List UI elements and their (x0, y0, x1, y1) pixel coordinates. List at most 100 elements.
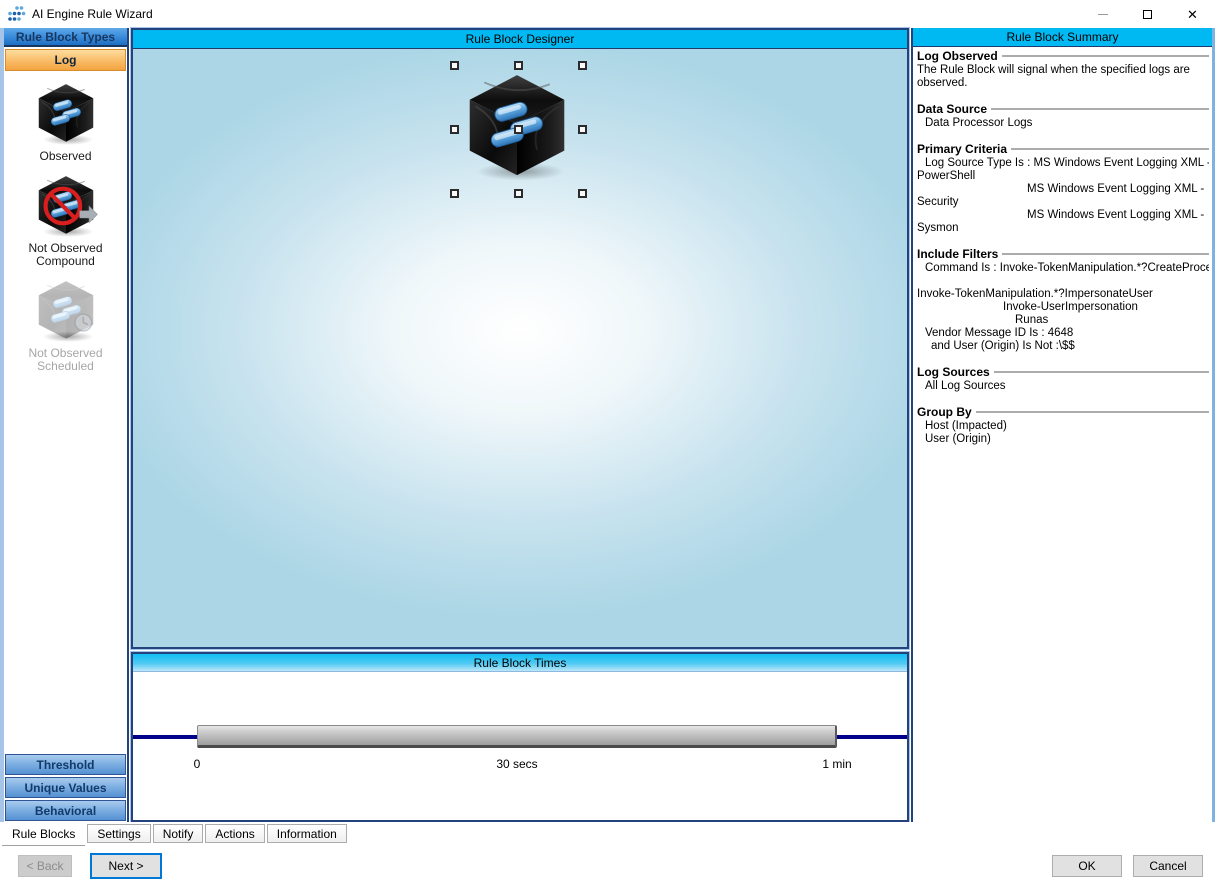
summary-body: Log Observed The Rule Block will signal … (913, 47, 1212, 460)
minimize-button[interactable] (1080, 0, 1125, 28)
summary-section-log-observed: Log Observed The Rule Block will signal … (917, 49, 1209, 90)
section-lines: Log Source Type Is : MS Windows Event Lo… (917, 157, 1209, 235)
designer-canvas[interactable] (133, 49, 907, 647)
summary-line: MS Windows Event Logging XML - (917, 183, 1209, 196)
section-title: Log Observed (917, 49, 998, 63)
wizard-tabs: Rule Blocks Settings Notify Actions Info… (2, 823, 347, 846)
cancel-button[interactable]: Cancel (1133, 855, 1203, 877)
summary-section-include-filters: Include Filters Command Is : Invoke-Toke… (917, 247, 1209, 353)
section-title: Primary Criteria (917, 142, 1007, 156)
selection-handle[interactable] (578, 61, 587, 70)
section-title: Data Source (917, 102, 987, 116)
rule-block-summary-header: Rule Block Summary (913, 28, 1212, 47)
section-rule (991, 108, 1209, 110)
close-button[interactable]: ✕ (1170, 0, 1215, 28)
log-type-button[interactable]: Log (5, 49, 126, 71)
rule-type-not-observed-compound[interactable]: Not Observed Compound (16, 173, 116, 268)
tick-zero: 0 (194, 757, 201, 771)
unique-values-button[interactable]: Unique Values (5, 777, 126, 798)
section-lines: Data Processor Logs (917, 117, 1209, 130)
rule-block-designer-panel: Rule Block Designer (131, 28, 909, 649)
summary-line: PowerShell (917, 170, 1209, 183)
rule-block-type-list: Observed Not Observed Compound (4, 75, 127, 383)
tab-rule-blocks[interactable]: Rule Blocks (2, 823, 85, 846)
tab-settings[interactable]: Settings (87, 824, 150, 843)
times-body: 0 30 secs 1 min (133, 673, 907, 820)
summary-line (917, 275, 1209, 288)
maximize-icon (1143, 10, 1152, 19)
section-lines: The Rule Block will signal when the spec… (917, 64, 1209, 90)
summary-section-log-sources: Log Sources All Log Sources (917, 365, 1209, 393)
back-button: < Back (18, 855, 72, 877)
behavioral-button[interactable]: Behavioral (5, 800, 126, 821)
summary-line: User (Origin) (917, 433, 1209, 446)
title-bar: AI Engine Rule Wizard ✕ (0, 0, 1215, 28)
section-rule (1002, 55, 1209, 57)
summary-line: Invoke-UserImpersonation (917, 301, 1209, 314)
not-observed-compound-cube-icon (31, 173, 101, 239)
next-button[interactable]: Next > (90, 853, 162, 879)
close-icon: ✕ (1187, 8, 1198, 21)
section-rule (1002, 253, 1209, 255)
observed-cube-icon (31, 81, 101, 147)
tick-end: 1 min (822, 757, 851, 771)
summary-section-data-source: Data Source Data Processor Logs (917, 102, 1209, 130)
summary-line: Sysmon (917, 222, 1209, 235)
minimize-icon (1098, 14, 1108, 15)
section-rule (994, 371, 1209, 373)
not-observed-scheduled-cube-icon (31, 278, 101, 344)
section-title: Include Filters (917, 247, 998, 261)
summary-line: Vendor Message ID Is : 4648 (917, 327, 1209, 340)
section-rule (976, 411, 1209, 413)
rule-type-not-observed-scheduled: Not Observed Scheduled (16, 278, 116, 373)
section-lines: All Log Sources (917, 380, 1209, 393)
selection-handle[interactable] (450, 189, 459, 198)
tick-mid: 30 secs (496, 757, 537, 771)
rule-type-observed[interactable]: Observed (16, 81, 116, 163)
section-rule (1011, 148, 1209, 150)
section-lines: Host (Impacted)User (Origin) (917, 420, 1209, 446)
left-panel-spacer (4, 383, 127, 753)
summary-line: Log Source Type Is : MS Windows Event Lo… (917, 157, 1209, 170)
section-lines: Command Is : Invoke-TokenManipulation.*?… (917, 262, 1209, 353)
tab-information[interactable]: Information (267, 824, 347, 843)
rule-block-types-panel: Rule Block Types Log Observed (0, 28, 129, 822)
summary-section-primary-criteria: Primary Criteria Log Source Type Is : MS… (917, 142, 1209, 235)
bottom-bar: Rule Blocks Settings Notify Actions Info… (0, 822, 1215, 883)
summary-line: Host (Impacted) (917, 420, 1209, 433)
summary-line: Command Is : Invoke-TokenManipulation.*?… (917, 262, 1209, 275)
rule-type-label: Observed (16, 150, 116, 163)
summary-line: All Log Sources (917, 380, 1209, 393)
summary-line: MS Windows Event Logging XML - (917, 209, 1209, 222)
ok-button[interactable]: OK (1052, 855, 1122, 877)
selection-handle[interactable] (514, 61, 523, 70)
selection-handle[interactable] (578, 189, 587, 198)
summary-line: observed. (917, 77, 1209, 90)
app-logo-icon (7, 4, 29, 24)
summary-line: Invoke-TokenManipulation.*?ImpersonateUs… (917, 288, 1209, 301)
rule-type-label: Not Observed Compound (16, 242, 116, 268)
summary-section-group-by: Group By Host (Impacted)User (Origin) (917, 405, 1209, 446)
summary-line: Security (917, 196, 1209, 209)
threshold-button[interactable]: Threshold (5, 754, 126, 775)
tab-notify[interactable]: Notify (153, 824, 204, 843)
rule-block-types-header: Rule Block Types (4, 28, 127, 47)
summary-line: Data Processor Logs (917, 117, 1209, 130)
selection-handle[interactable] (514, 125, 523, 134)
tab-actions[interactable]: Actions (205, 824, 264, 843)
maximize-button[interactable] (1125, 0, 1170, 28)
time-range-bar[interactable] (197, 725, 837, 748)
summary-line: and User (Origin) Is Not :\$$ (917, 340, 1209, 353)
selection-handle[interactable] (450, 125, 459, 134)
selection-handle[interactable] (578, 125, 587, 134)
window-title: AI Engine Rule Wizard (32, 7, 153, 21)
rule-type-label: Not Observed Scheduled (16, 347, 116, 373)
rule-block-times-panel: Rule Block Times 0 30 secs 1 min (131, 652, 909, 822)
rule-block-designer-header: Rule Block Designer (133, 30, 907, 49)
rule-block-times-header: Rule Block Times (133, 654, 907, 672)
summary-line: Runas (917, 314, 1209, 327)
rule-block-summary-panel: Rule Block Summary Log Observed The Rule… (911, 28, 1215, 822)
selection-handle[interactable] (514, 189, 523, 198)
summary-line: The Rule Block will signal when the spec… (917, 64, 1209, 77)
selection-handle[interactable] (450, 61, 459, 70)
